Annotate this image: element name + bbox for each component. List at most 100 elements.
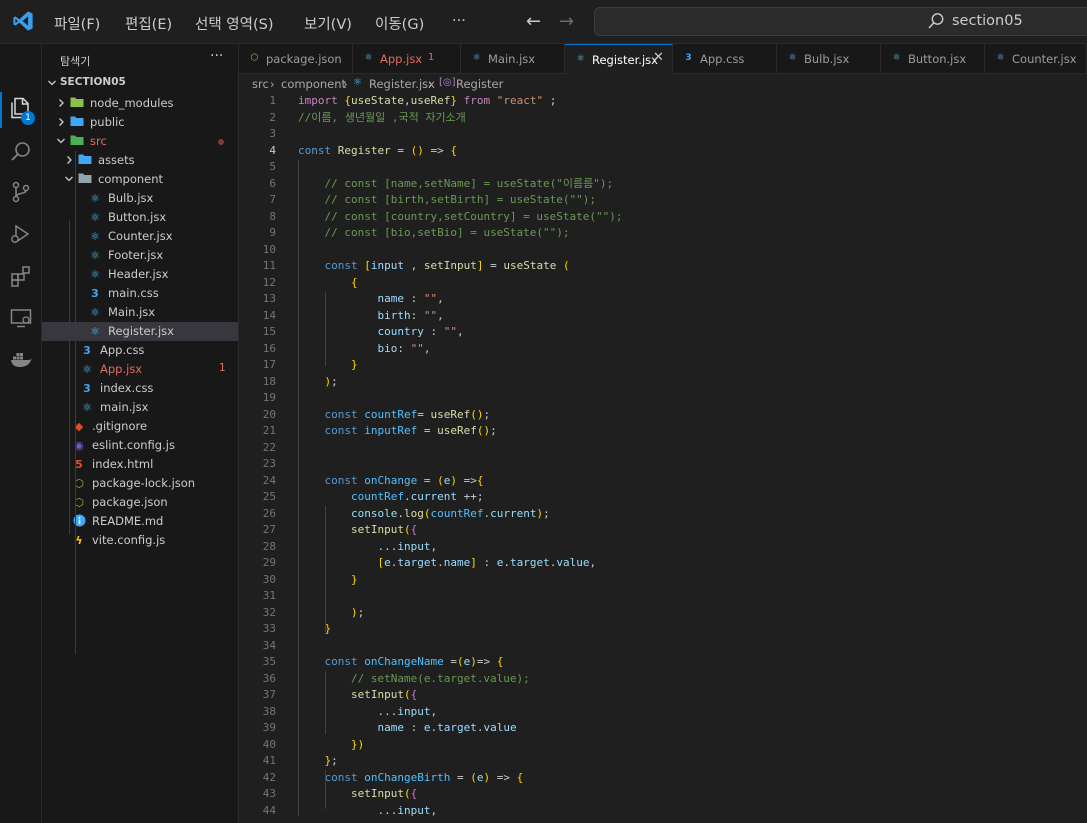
file-tree-label: Main.jsx bbox=[108, 305, 156, 319]
file-tree-item[interactable]: ⬡ package.json bbox=[42, 493, 238, 512]
breadcrumb-symbol[interactable]: Register bbox=[456, 77, 503, 91]
chevron-right-icon: › bbox=[343, 77, 348, 91]
line-number: 21 bbox=[262, 424, 276, 437]
folder-icon bbox=[78, 172, 92, 187]
code-line: ); bbox=[324, 374, 338, 388]
tab-bulb-jsx[interactable]: ⚛ Bulb.jsx bbox=[777, 44, 881, 74]
tab-app-css[interactable]: 3 App.css bbox=[673, 44, 777, 74]
line-number: 17 bbox=[262, 358, 276, 371]
file-tree-item[interactable]: ⚛ Main.jsx bbox=[42, 303, 238, 322]
react-icon: ⚛ bbox=[576, 54, 585, 64]
file-tree-item[interactable]: public bbox=[42, 113, 238, 132]
breadcrumb-file[interactable]: Register.jsx bbox=[369, 77, 435, 91]
docker-icon[interactable] bbox=[9, 348, 33, 372]
editor-scrollbar[interactable] bbox=[239, 816, 1087, 823]
line-number: 34 bbox=[262, 638, 276, 652]
tab-label: Counter.jsx bbox=[1012, 52, 1077, 66]
menu-view[interactable]: 보기(V) bbox=[304, 13, 352, 34]
file-tree-item[interactable]: ◉ eslint.config.js bbox=[42, 436, 238, 455]
file-tree-item[interactable]: ⚛ Header.jsx bbox=[42, 265, 238, 284]
close-icon[interactable]: ✕ bbox=[653, 50, 664, 65]
line-number: 16 bbox=[262, 341, 276, 355]
file-tree-item[interactable]: ϟ vite.config.js bbox=[42, 531, 238, 550]
line-number: 11 bbox=[262, 259, 276, 272]
file-tree-item[interactable]: 3 main.css bbox=[42, 284, 238, 303]
project-header[interactable]: SECTION05 bbox=[42, 74, 238, 93]
remote-explorer-icon[interactable] bbox=[9, 306, 33, 330]
tab-label: App.jsx bbox=[380, 52, 423, 66]
code-editor[interactable]: 1 import {useState,useRef} from "react" ;… bbox=[239, 94, 1087, 816]
tab-button-jsx[interactable]: ⚛ Button.jsx bbox=[881, 44, 985, 74]
file-tree-label: index.css bbox=[100, 381, 154, 395]
code-line: // const [name,setName] = useState("이름름"… bbox=[324, 176, 614, 190]
folder-icon bbox=[70, 134, 84, 149]
react-icon: ⚛ bbox=[90, 325, 100, 338]
vscode-logo-icon[interactable] bbox=[12, 10, 34, 32]
file-tree-item[interactable]: ⚛ App.jsx 1 bbox=[42, 360, 238, 379]
file-tree-item[interactable]: ⚛ Counter.jsx bbox=[42, 227, 238, 246]
more-actions-button[interactable]: ··· bbox=[210, 48, 223, 64]
file-tree-label: Bulb.jsx bbox=[108, 191, 154, 205]
file-tree-item[interactable]: ⚛ Button.jsx bbox=[42, 208, 238, 227]
file-tree-label: node_modules bbox=[90, 96, 174, 110]
file-tree-item[interactable]: src bbox=[42, 132, 238, 151]
file-tree-item[interactable]: ⚛ Register.jsx bbox=[42, 322, 238, 341]
run-debug-icon[interactable] bbox=[9, 222, 33, 246]
react-icon: ⚛ bbox=[996, 53, 1005, 63]
menu-file[interactable]: 파일(F) bbox=[54, 13, 100, 34]
file-tree-item[interactable]: 3 App.css bbox=[42, 341, 238, 360]
menu-edit[interactable]: 편집(E) bbox=[125, 13, 172, 34]
line-number: 36 bbox=[262, 671, 276, 685]
code-line: } bbox=[350, 572, 358, 586]
file-tree-item[interactable]: component bbox=[42, 170, 238, 189]
file-tree-item[interactable]: ⬡ package-lock.json bbox=[42, 474, 238, 493]
file-tree-item[interactable]: assets bbox=[42, 151, 238, 170]
menu-more[interactable]: ··· bbox=[452, 13, 466, 29]
title-bar: 파일(F) 편집(E) 선택 영역(S) 보기(V) 이동(G) ··· ← →… bbox=[0, 0, 1087, 44]
code-line: // const [country,setCountry] = useState… bbox=[324, 209, 623, 223]
tab-register-jsx[interactable]: ⚛ Register.jsx ✕ bbox=[565, 44, 673, 75]
code-line: import {useState,useRef} from "react" ; bbox=[298, 94, 557, 107]
explorer-badge: 1 bbox=[21, 111, 35, 125]
extensions-icon[interactable] bbox=[9, 264, 33, 288]
chevron-right-icon bbox=[59, 99, 64, 107]
code-line: const Register = () => { bbox=[298, 143, 457, 157]
file-tree-label: README.md bbox=[92, 514, 164, 528]
file-tree-item[interactable]: 3 index.css bbox=[42, 379, 238, 398]
file-tree-item[interactable]: ⚛ Footer.jsx bbox=[42, 246, 238, 265]
tab-main-jsx[interactable]: ⚛ Main.jsx bbox=[461, 44, 565, 74]
search-icon[interactable] bbox=[9, 140, 33, 164]
file-tree-item[interactable]: ⚛ Bulb.jsx bbox=[42, 189, 238, 208]
menu-go[interactable]: 이동(G) bbox=[375, 13, 424, 34]
file-tree-item[interactable]: ◆ .gitignore bbox=[42, 417, 238, 436]
file-tree-item[interactable]: ⚛ main.jsx bbox=[42, 398, 238, 417]
code-line: ...input, bbox=[298, 704, 438, 718]
file-tree-item[interactable]: README.md bbox=[42, 512, 238, 531]
tab-package-json[interactable]: ⬡ package.json bbox=[239, 44, 353, 74]
forward-arrow-icon[interactable]: → bbox=[559, 11, 574, 32]
menu-selection[interactable]: 선택 영역(S) bbox=[195, 13, 274, 34]
code-line: const onChangeName =(e)=> { bbox=[324, 655, 504, 668]
code-line: }; bbox=[324, 754, 338, 767]
line-number: 20 bbox=[262, 407, 276, 421]
file-tree-label: main.css bbox=[108, 286, 159, 300]
code-line: birth: "", bbox=[377, 308, 444, 322]
indent-guide bbox=[325, 770, 326, 809]
react-icon: ⚛ bbox=[364, 53, 373, 63]
back-arrow-icon[interactable]: ← bbox=[526, 11, 541, 32]
tab-app-jsx[interactable]: ⚛ App.jsx 1 bbox=[353, 44, 461, 74]
file-tree-item[interactable]: 5 index.html bbox=[42, 455, 238, 474]
breadcrumb-src[interactable]: src bbox=[252, 77, 269, 91]
breadcrumb-component[interactable]: component bbox=[281, 77, 346, 91]
file-tree-item[interactable]: node_modules bbox=[42, 94, 238, 113]
source-control-icon[interactable] bbox=[9, 180, 33, 204]
line-number: 27 bbox=[262, 523, 276, 536]
line-number: 26 bbox=[262, 506, 276, 520]
file-tree-label: index.html bbox=[92, 457, 154, 471]
tab-counter-jsx[interactable]: ⚛ Counter.jsx bbox=[985, 44, 1087, 74]
command-center-search[interactable]: section05 bbox=[594, 7, 1087, 36]
explorer-sidebar: 탐색기 ··· SECTION05 node_modules public src a… bbox=[42, 44, 239, 823]
line-number: 3 bbox=[269, 127, 276, 140]
tab-label: Main.jsx bbox=[488, 52, 536, 66]
editor-tab-bar: ⬡ package.json ⚛ App.jsx 1 ⚛ Main.jsx ⚛ Register… bbox=[239, 44, 1087, 75]
